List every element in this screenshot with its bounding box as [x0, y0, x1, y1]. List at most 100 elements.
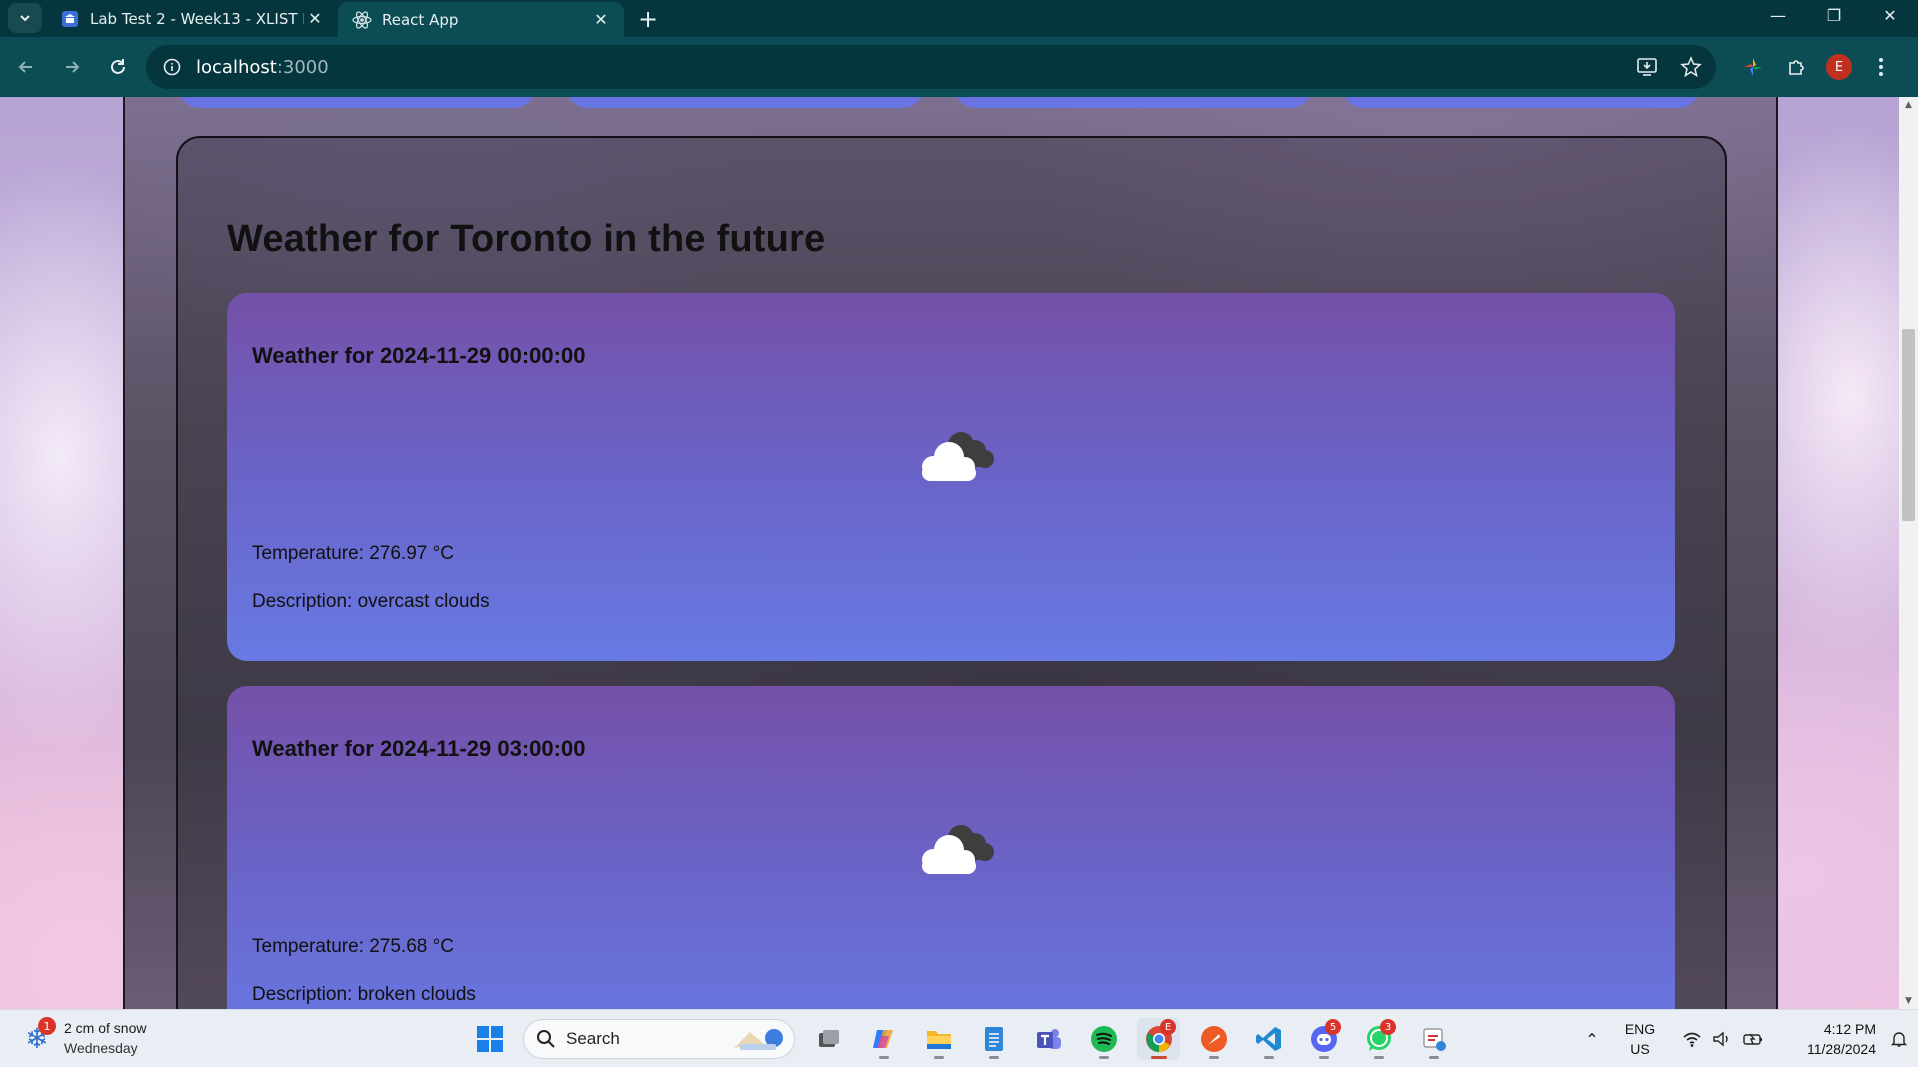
forecast-card: Weather for 2024-11-29 00:00:00 Temperat… [227, 293, 1675, 661]
url-host: localhost [196, 56, 277, 78]
copilot-icon [872, 1030, 893, 1048]
forecast-card: Weather for 2024-11-29 03:00:00 Temperat… [227, 686, 1675, 1009]
more-menu-icon[interactable] [1866, 52, 1896, 82]
profile-avatar[interactable]: E [1826, 54, 1852, 80]
lang-line2: US [1630, 1041, 1650, 1057]
back-button[interactable] [6, 47, 46, 87]
weather-widget[interactable]: ❄ 1 2 cm of snow Wednesday [20, 1017, 147, 1058]
page-scrollbar[interactable]: ▲ ▼ [1899, 97, 1918, 1009]
battery-icon [1743, 1033, 1762, 1045]
previous-card-bottom [178, 97, 536, 108]
search-icon [537, 1030, 555, 1048]
notification-bell-icon[interactable] [1884, 1030, 1914, 1048]
scroll-up-arrow-icon[interactable]: ▲ [1899, 97, 1918, 113]
minimize-icon[interactable]: — [1750, 0, 1806, 30]
color-extension-icon[interactable] [1738, 52, 1768, 82]
address-bar[interactable]: localhost:3000 [146, 45, 1716, 89]
spotify-button[interactable] [1082, 1018, 1125, 1060]
windows-start-button[interactable] [468, 1018, 511, 1060]
forward-button[interactable] [52, 47, 92, 87]
close-window-icon[interactable]: ✕ [1862, 0, 1918, 30]
forecast-description: Description: broken clouds [252, 984, 476, 1005]
chrome-profile-badge: E [1160, 1019, 1176, 1035]
broken-clouds-icon [922, 825, 994, 874]
teams-icon [1036, 1029, 1061, 1049]
windows-taskbar: ❄ 1 2 cm of snow Wednesday Search E 5 3 … [0, 1009, 1918, 1067]
previous-card-bottom [1342, 97, 1700, 108]
url-port: :3000 [276, 56, 329, 78]
scroll-down-arrow-icon[interactable]: ▼ [1899, 993, 1918, 1009]
notepad-icon [984, 1027, 1003, 1051]
search-highlight-icon [734, 1029, 783, 1050]
spotify-icon [1090, 1026, 1117, 1052]
clock-time: 4:12 PM [1823, 1021, 1876, 1037]
close-icon[interactable]: ✕ [304, 8, 326, 30]
browser-titlebar: Lab Test 2 - Week13 - XLIST Fall ✕ React… [0, 0, 1918, 37]
weather-widget-line2: Wednesday [64, 1040, 138, 1056]
university-icon [60, 9, 80, 29]
notepad-button[interactable] [972, 1018, 1015, 1060]
arrow-right-icon [66, 61, 80, 73]
chrome-button[interactable]: E [1137, 1018, 1180, 1060]
previous-card-bottom [566, 97, 924, 108]
forecast-temperature: Temperature: 275.68 °C [252, 936, 454, 957]
folder-icon [926, 1031, 951, 1049]
forecast-description: Description: overcast clouds [252, 591, 490, 612]
site-info-icon[interactable] [158, 53, 186, 81]
weather-widget-line1: 2 cm of snow [64, 1020, 147, 1036]
vscode-icon [1255, 1027, 1281, 1051]
broken-clouds-icon [922, 432, 994, 481]
clock-date: 11/28/2024 [1806, 1041, 1876, 1057]
input-language[interactable]: ENG US [1610, 1019, 1670, 1059]
install-app-icon[interactable] [1632, 52, 1662, 82]
search-placeholder: Search [566, 1029, 620, 1048]
whatsapp-badge: 3 [1380, 1019, 1396, 1035]
forecast-title: Weather for 2024-11-29 00:00:00 [252, 343, 586, 368]
tab-label: React App [382, 10, 459, 29]
whatsapp-button[interactable]: 3 [1357, 1018, 1400, 1060]
extensions-puzzle-icon[interactable] [1782, 52, 1812, 82]
forecast-section: Weather for Toronto in the future Weathe… [176, 136, 1727, 1009]
tab-lab-test[interactable]: Lab Test 2 - Week13 - XLIST Fall ✕ [46, 0, 338, 37]
copilot-button[interactable] [862, 1018, 905, 1060]
system-clock[interactable]: 4:12 PM 11/28/2024 [1776, 1019, 1876, 1059]
scrollbar-thumb[interactable] [1902, 329, 1915, 521]
volume-icon [1713, 1031, 1728, 1047]
postman-icon [1200, 1026, 1227, 1052]
file-explorer-button[interactable] [917, 1018, 960, 1060]
snipping-tool-icon [1422, 1028, 1446, 1051]
snowflake-icon: ❄ 1 [20, 1017, 56, 1055]
tab-label: Lab Test 2 - Week13 - XLIST Fall [90, 9, 304, 28]
new-tab-button[interactable]: + [630, 0, 666, 37]
vscode-button[interactable] [1247, 1018, 1290, 1060]
browser-toolbar: localhost:3000 E [0, 37, 1918, 97]
snipping-tool-button[interactable] [1412, 1018, 1455, 1060]
widget-badge: 1 [38, 1017, 56, 1035]
section-title: Weather for Toronto in the future [227, 218, 826, 260]
windows-logo-icon [476, 1026, 503, 1052]
chevron-down-icon [20, 15, 30, 22]
react-icon [352, 10, 372, 30]
taskbar-search[interactable]: Search [523, 1019, 795, 1059]
app-container: Weather for Toronto in the future Weathe… [123, 97, 1778, 1009]
discord-badge: 5 [1325, 1019, 1341, 1035]
show-hidden-icons-chevron-up-icon[interactable]: ⌃ [1574, 1030, 1610, 1049]
reload-icon [111, 59, 125, 74]
bookmark-star-icon[interactable] [1676, 52, 1706, 82]
close-icon[interactable]: ✕ [590, 9, 612, 31]
reload-button[interactable] [98, 47, 138, 87]
page-viewport: Weather for Toronto in the future Weathe… [0, 97, 1899, 1009]
forecast-temperature: Temperature: 276.97 °C [252, 543, 454, 564]
tab-search-button[interactable] [8, 3, 42, 33]
previous-card-bottom [954, 97, 1312, 108]
postman-button[interactable] [1192, 1018, 1235, 1060]
task-view-button[interactable] [807, 1018, 850, 1060]
discord-button[interactable]: 5 [1302, 1018, 1345, 1060]
lang-line1: ENG [1624, 1021, 1656, 1037]
task-view-icon [818, 1030, 839, 1047]
system-tray-icons[interactable] [1682, 1030, 1764, 1048]
restore-icon[interactable]: ❐ [1806, 0, 1862, 30]
forecast-title: Weather for 2024-11-29 03:00:00 [252, 736, 586, 761]
tab-react-app[interactable]: React App ✕ [338, 2, 624, 37]
teams-button[interactable] [1027, 1018, 1070, 1060]
